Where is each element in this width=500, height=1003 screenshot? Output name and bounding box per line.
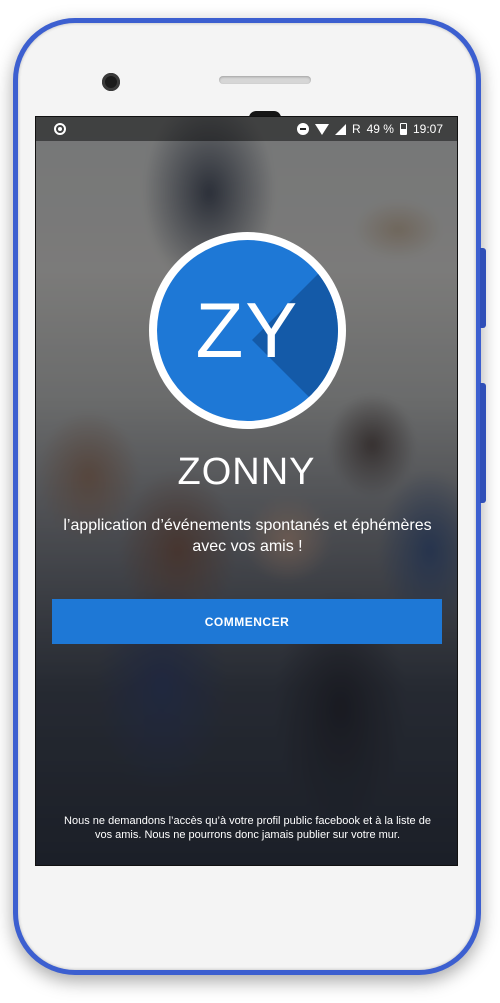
- privacy-disclaimer: Nous ne demandons l’accès qu’à votre pro…: [64, 815, 431, 841]
- earpiece-speaker: [219, 76, 311, 84]
- start-button[interactable]: COMMENCER: [52, 599, 442, 644]
- app-screen: R 49 % 19:07 ZY ZONNY l’application d’év…: [35, 116, 458, 866]
- app-name: ZONNY: [177, 451, 316, 493]
- network-roaming-label: R: [351, 122, 361, 136]
- status-bar: R 49 % 19:07: [36, 117, 457, 141]
- power-button: [480, 383, 486, 503]
- logo-text: ZY: [195, 286, 300, 374]
- signal-icon: [334, 123, 346, 135]
- tagline: l’application d’événements spontanés et …: [63, 517, 432, 555]
- wifi-icon: [314, 124, 329, 135]
- clock: 19:07: [412, 122, 443, 136]
- logo-circle: ZY: [157, 240, 338, 421]
- battery-percent: 49 %: [366, 122, 394, 136]
- front-camera: [102, 73, 120, 91]
- app-logo: ZY: [149, 232, 346, 429]
- notification-icon: [54, 123, 66, 135]
- battery-icon: [399, 123, 407, 135]
- status-icons: R 49 % 19:07: [296, 117, 443, 141]
- volume-button: [480, 248, 486, 328]
- do-not-disturb-icon: [296, 123, 309, 135]
